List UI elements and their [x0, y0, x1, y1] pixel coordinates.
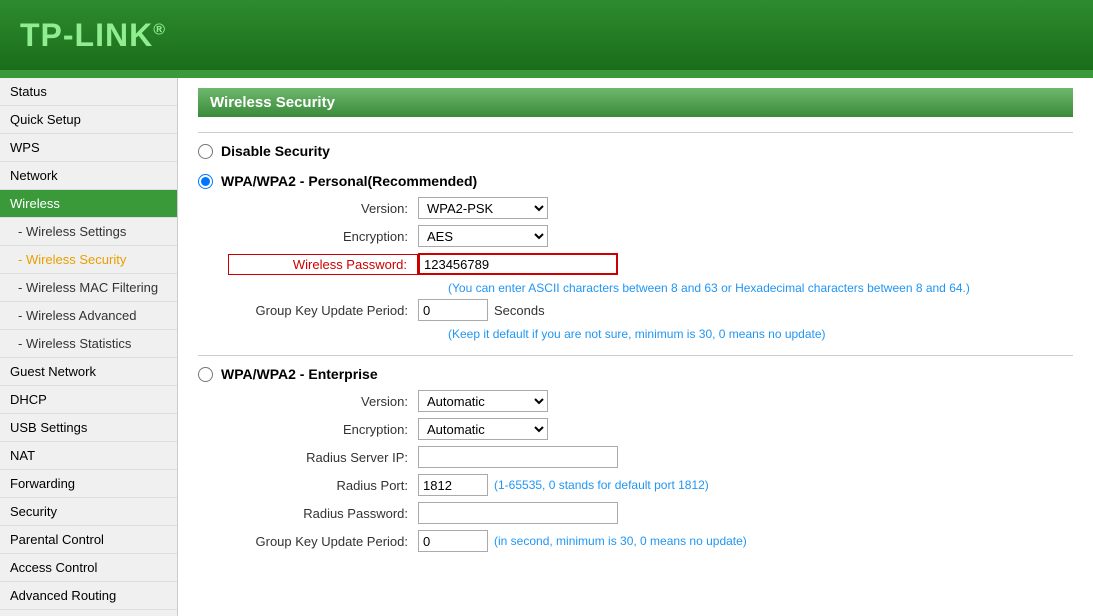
sidebar-item-wireless[interactable]: Wireless	[0, 190, 177, 218]
wpa-enterprise-label[interactable]: WPA/WPA2 - Enterprise	[198, 366, 1073, 382]
personal-group-key-row: Group Key Update Period: Seconds	[198, 299, 1073, 321]
sidebar-item-wireless-security[interactable]: - Wireless Security	[0, 246, 177, 274]
enterprise-group-key-row: Group Key Update Period: (in second, min…	[198, 530, 1073, 552]
enterprise-radius-port-info: (1-65535, 0 stands for default port 1812…	[494, 478, 709, 492]
enterprise-group-key-hint: (in second, minimum is 30, 0 means no up…	[494, 534, 747, 548]
logo-text: TP-LINK	[20, 17, 153, 53]
enterprise-radius-ip-input[interactable]	[418, 446, 618, 468]
green-bar	[0, 70, 1093, 78]
enterprise-radius-ip-label: Radius Server IP:	[228, 450, 418, 465]
enterprise-radius-pass-label: Radius Password:	[228, 506, 418, 521]
page-title: Wireless Security	[198, 88, 1073, 117]
sidebar: Status Quick Setup WPS Network Wireless …	[0, 78, 178, 616]
sidebar-item-advanced-routing[interactable]: Advanced Routing	[0, 582, 177, 610]
divider-mid	[198, 355, 1073, 356]
header: TP-LINK®	[0, 0, 1093, 70]
enterprise-radius-port-input[interactable]	[418, 474, 488, 496]
disable-security-text: Disable Security	[221, 143, 330, 159]
sidebar-item-wireless-mac[interactable]: - Wireless MAC Filtering	[0, 274, 177, 302]
personal-encryption-label: Encryption:	[228, 229, 418, 244]
sidebar-item-forwarding[interactable]: Forwarding	[0, 470, 177, 498]
enterprise-radius-port-label: Radius Port:	[228, 478, 418, 493]
sidebar-item-quick-setup[interactable]: Quick Setup	[0, 106, 177, 134]
enterprise-group-key-input[interactable]	[418, 530, 488, 552]
enterprise-version-row: Version: Automatic WPA WPA2	[198, 390, 1073, 412]
personal-version-label: Version:	[228, 201, 418, 216]
sidebar-item-parental-control[interactable]: Parental Control	[0, 526, 177, 554]
wpa-enterprise-text: WPA/WPA2 - Enterprise	[221, 366, 378, 382]
wpa-personal-label[interactable]: WPA/WPA2 - Personal(Recommended)	[198, 173, 1073, 189]
personal-version-select[interactable]: Automatic WPA-PSK WPA2-PSK	[418, 197, 548, 219]
disable-security-label[interactable]: Disable Security	[198, 143, 1073, 159]
wpa-personal-section: WPA/WPA2 - Personal(Recommended) Version…	[198, 173, 1073, 341]
personal-version-row: Version: Automatic WPA-PSK WPA2-PSK	[198, 197, 1073, 219]
disable-security-section: Disable Security	[198, 143, 1073, 159]
sidebar-item-access-control[interactable]: Access Control	[0, 554, 177, 582]
wpa-enterprise-section: WPA/WPA2 - Enterprise Version: Automatic…	[198, 366, 1073, 552]
personal-password-row: Wireless Password:	[198, 253, 1073, 275]
wpa-enterprise-radio[interactable]	[198, 367, 213, 382]
personal-password-hint: (You can enter ASCII characters between …	[228, 281, 1073, 295]
sidebar-item-bandwidth-control[interactable]: Bandwidth Control	[0, 610, 177, 616]
enterprise-encryption-row: Encryption: Automatic TKIP AES	[198, 418, 1073, 440]
enterprise-encryption-select[interactable]: Automatic TKIP AES	[418, 418, 548, 440]
sidebar-item-wireless-statistics[interactable]: - Wireless Statistics	[0, 330, 177, 358]
logo: TP-LINK®	[20, 17, 166, 54]
sidebar-item-status[interactable]: Status	[0, 78, 177, 106]
sidebar-item-wireless-advanced[interactable]: - Wireless Advanced	[0, 302, 177, 330]
enterprise-radius-ip-row: Radius Server IP:	[198, 446, 1073, 468]
main-content: Wireless Security Disable Security WPA/W…	[178, 78, 1093, 616]
personal-encryption-select[interactable]: Automatic TKIP AES	[418, 225, 548, 247]
divider-top	[198, 132, 1073, 133]
enterprise-encryption-label: Encryption:	[228, 422, 418, 437]
enterprise-group-key-label: Group Key Update Period:	[228, 534, 418, 549]
personal-group-key-hint: (Keep it default if you are not sure, mi…	[228, 327, 1073, 341]
sidebar-item-wireless-settings[interactable]: - Wireless Settings	[0, 218, 177, 246]
sidebar-item-usb-settings[interactable]: USB Settings	[0, 414, 177, 442]
personal-encryption-row: Encryption: Automatic TKIP AES	[198, 225, 1073, 247]
sidebar-item-dhcp[interactable]: DHCP	[0, 386, 177, 414]
disable-security-radio[interactable]	[198, 144, 213, 159]
layout: Status Quick Setup WPS Network Wireless …	[0, 78, 1093, 616]
personal-group-key-input[interactable]	[418, 299, 488, 321]
enterprise-version-select[interactable]: Automatic WPA WPA2	[418, 390, 548, 412]
sidebar-item-network[interactable]: Network	[0, 162, 177, 190]
enterprise-radius-port-row: Radius Port: (1-65535, 0 stands for defa…	[198, 474, 1073, 496]
sidebar-item-security[interactable]: Security	[0, 498, 177, 526]
enterprise-radius-pass-row: Radius Password:	[198, 502, 1073, 524]
wpa-personal-radio[interactable]	[198, 174, 213, 189]
logo-mark: ®	[153, 21, 166, 38]
personal-group-key-unit: Seconds	[494, 303, 545, 318]
wpa-personal-text: WPA/WPA2 - Personal(Recommended)	[221, 173, 477, 189]
enterprise-radius-pass-input[interactable]	[418, 502, 618, 524]
sidebar-item-nat[interactable]: NAT	[0, 442, 177, 470]
personal-password-input[interactable]	[418, 253, 618, 275]
sidebar-item-guest-network[interactable]: Guest Network	[0, 358, 177, 386]
personal-password-label: Wireless Password:	[228, 254, 418, 275]
sidebar-item-wps[interactable]: WPS	[0, 134, 177, 162]
enterprise-version-label: Version:	[228, 394, 418, 409]
personal-group-key-label: Group Key Update Period:	[228, 303, 418, 318]
